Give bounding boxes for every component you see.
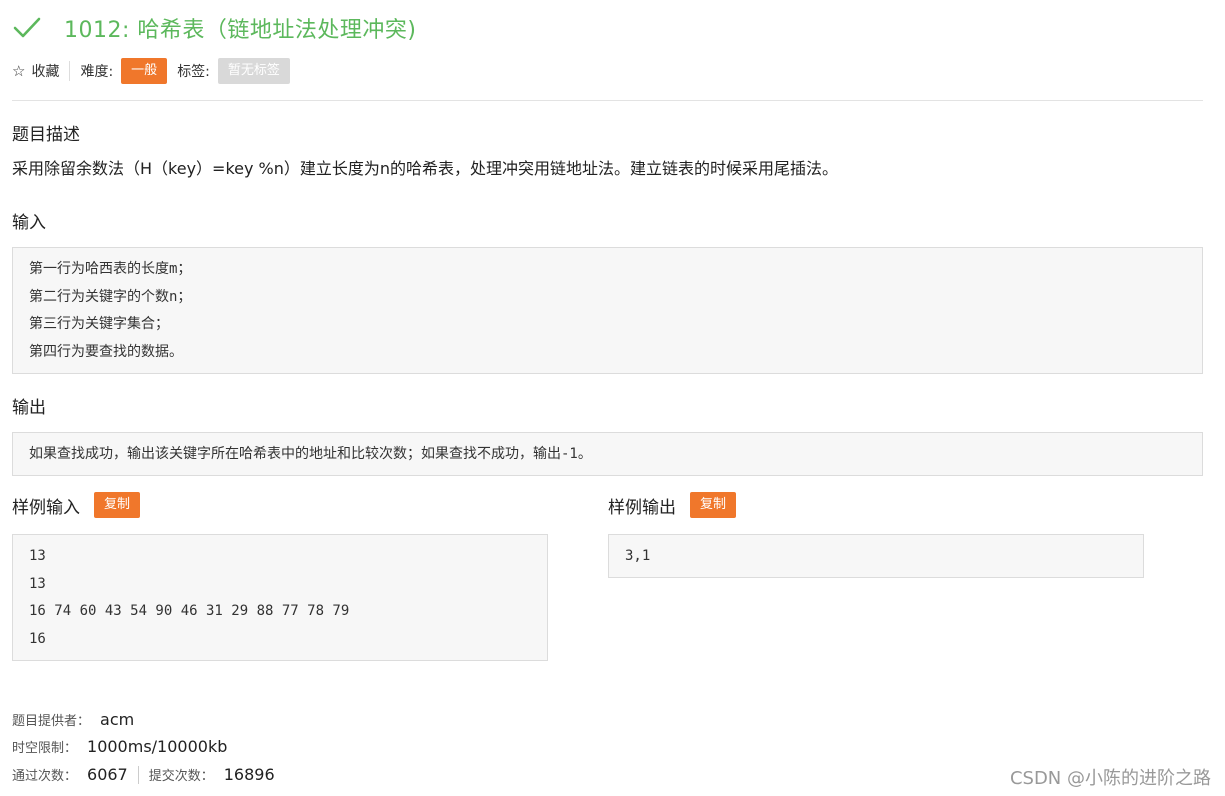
footer-limit: 时空限制： 1000ms/10000kb [12, 737, 227, 756]
sample-input-box: 13 13 16 74 60 43 54 90 46 31 29 88 77 7… [12, 534, 548, 661]
input-box: 第一行为哈西表的长度m； 第二行为关键字的个数n； 第三行为关键字集合； 第四行… [12, 247, 1203, 374]
stats-divider [137, 765, 139, 784]
tags-label: 标签: [177, 64, 210, 80]
check-icon [13, 17, 41, 38]
star-icon: ☆ [12, 62, 26, 80]
description-text: 采用除留余数法（H（key）=key %n）建立长度为n的哈希表，处理冲突用链地… [12, 159, 839, 178]
favorite-button[interactable]: ☆ 收藏 [12, 61, 71, 81]
description-heading: 题目描述 [12, 125, 80, 145]
difficulty-label: 难度: [80, 64, 114, 80]
page-title: 1012: 哈希表（链地址法处理冲突) [64, 18, 417, 43]
footer-provider: 题目提供者： acm [12, 710, 134, 729]
output-box: 如果查找成功，输出该关键字所在哈希表中的地址和比较次数；如果查找不成功，输出-1… [12, 432, 1203, 476]
input-line: 第四行为要查找的数据。 [29, 343, 183, 360]
favorite-label: 收藏 [31, 64, 60, 80]
header-divider [12, 100, 1203, 101]
problem-title-row: 1012: 哈希表（链地址法处理冲突) [12, 12, 416, 44]
sample-input-line: 16 74 60 43 54 90 46 31 29 88 77 78 79 [29, 603, 350, 619]
passed-label: 通过次数： [12, 769, 78, 784]
passed-value: 6067 [87, 765, 128, 784]
submitted-label: 提交次数： [148, 769, 214, 784]
limit-label: 时空限制： [12, 741, 78, 756]
sample-output-line: 3,1 [625, 548, 651, 564]
copy-sample-input-button[interactable]: 复制 [94, 492, 141, 518]
input-line: 第一行为哈西表的长度m； [29, 261, 192, 277]
sample-input-header: 样例输入 复制 [12, 492, 141, 518]
sample-input-line: 13 [29, 575, 46, 592]
output-line: 如果查找成功，输出该关键字所在哈希表中的地址和比较次数；如果查找不成功，输出-1… [29, 446, 592, 462]
difficulty-badge: 一般 [121, 58, 168, 84]
input-line: 第三行为关键字集合； [29, 316, 169, 332]
sample-input-line: 16 [29, 630, 46, 647]
input-heading: 输入 [12, 213, 46, 233]
submitted-value: 16896 [223, 765, 275, 784]
tags-badge: 暂无标签 [217, 58, 290, 84]
sample-input-line: 13 [29, 548, 46, 564]
sample-output-header: 样例输出 复制 [608, 492, 737, 518]
sample-output-heading: 样例输出 [608, 497, 676, 518]
problem-meta: ☆ 收藏 难度: 一般 标签: 暂无标签 [12, 58, 290, 84]
sample-output-box: 3,1 [608, 534, 1144, 578]
provider-label: 题目提供者： [12, 714, 91, 729]
footer-stats: 通过次数： 6067 提交次数： 16896 [12, 765, 275, 784]
copy-sample-output-button[interactable]: 复制 [690, 492, 737, 518]
limit-value: 1000ms/10000kb [87, 737, 228, 756]
input-line: 第二行为关键字的个数n； [29, 288, 192, 305]
watermark: CSDN @小陈的进阶之路 [1009, 768, 1211, 789]
output-heading: 输出 [12, 398, 46, 418]
provider-value: acm [100, 710, 135, 729]
sample-input-heading: 样例输入 [12, 497, 80, 518]
